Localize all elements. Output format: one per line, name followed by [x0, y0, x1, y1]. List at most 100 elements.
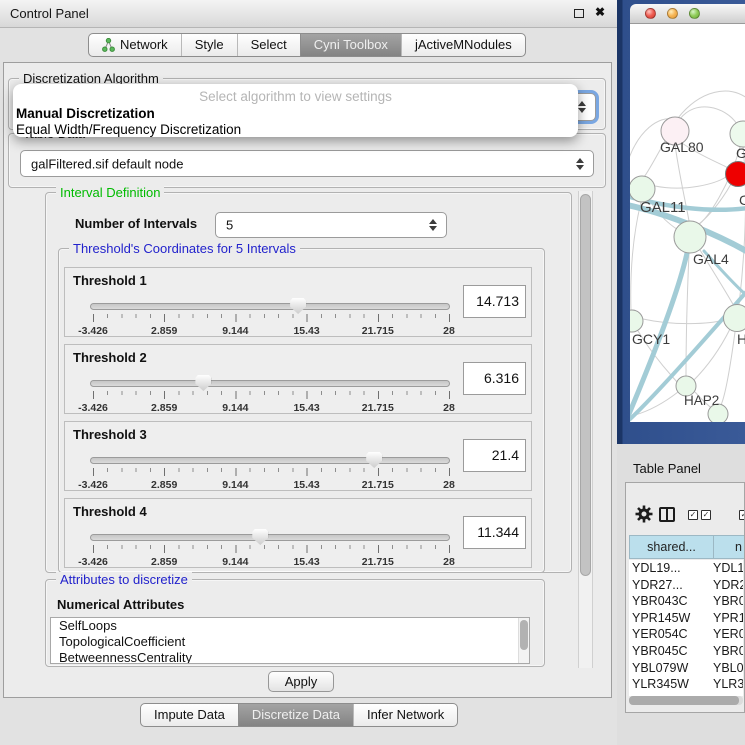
attribute-list-item[interactable]: TopologicalCoefficient [51, 634, 529, 650]
tab-cyni-toolbox[interactable]: Cyni Toolbox [300, 34, 401, 56]
slider-handle[interactable] [252, 529, 268, 545]
number-of-intervals-value: 5 [226, 218, 233, 233]
split-columns-icon[interactable] [659, 507, 675, 522]
tab-style[interactable]: Style [181, 34, 237, 56]
slider-scale-label: 28 [427, 479, 471, 491]
control-panel-titlebar: Control Panel ✖ [0, 0, 617, 28]
checkbox-icon-partial[interactable]: ✓ [739, 510, 745, 520]
threshold-label: Threshold 2 [73, 350, 147, 365]
tab-select[interactable]: Select [237, 34, 300, 56]
checkbox-icon[interactable]: ✓ [701, 510, 711, 520]
tab-jactivemnodules[interactable]: jActiveMNodules [401, 34, 525, 56]
cell-name: YDR2 [713, 578, 743, 592]
threshold-slider[interactable]: -3.4262.8599.14415.4321.71528 [90, 452, 452, 492]
table-hscrollbar[interactable] [629, 696, 743, 705]
node-gal4[interactable] [674, 221, 706, 253]
table-rows[interactable]: YDL19...YDL1YDR27...YDR2YBR043CYBR0YPR14… [629, 560, 743, 696]
slider-track[interactable] [90, 457, 450, 464]
table-row[interactable]: YBL079WYBL0 [629, 660, 743, 677]
node-table: ✓ ✓ ✓ shared... n YDL19...YDL1YDR27...YD… [625, 482, 745, 713]
zoom-traffic-light-icon[interactable] [689, 8, 700, 19]
network-canvas[interactable]: GAL80 G C GAL11 GAL4 GCY1 H HAP2 [630, 24, 745, 422]
threshold-value-field[interactable]: 11.344 [463, 516, 526, 549]
apply-button[interactable]: Apply [268, 671, 334, 692]
cell-name: YDL1 [713, 561, 743, 575]
attributes-scrollbar-thumb[interactable] [520, 620, 528, 650]
table-row[interactable]: YDL19...YDL1 [629, 560, 743, 577]
table-row[interactable]: YLR345WYLR3 [629, 676, 743, 693]
tab-network-label: Network [120, 34, 168, 56]
close-traffic-light-icon[interactable] [645, 8, 656, 19]
table-row[interactable]: YER054C YER0 [629, 626, 743, 643]
slider-major-ticks [93, 391, 450, 399]
checkbox-icon[interactable]: ✓ [688, 510, 698, 520]
node-gcy1[interactable] [630, 310, 643, 332]
dropdown-option-manual-discretization[interactable]: Manual Discretization [16, 106, 155, 121]
node-label-gal4: GAL4 [693, 251, 729, 267]
cell-shared-name: YER054C [632, 627, 688, 641]
gear-icon[interactable] [635, 505, 653, 523]
number-of-intervals-spinner[interactable]: 5 [215, 212, 447, 238]
node-label-h-partial: H [737, 331, 745, 347]
slider-track[interactable] [90, 534, 450, 541]
table-row[interactable]: YPR145WYPR1 [629, 610, 743, 627]
node-red-selected[interactable] [726, 162, 745, 187]
dropdown-option-equal-width[interactable]: Equal Width/Frequency Discretization [16, 122, 241, 137]
number-of-intervals-label: Number of Intervals [75, 216, 197, 231]
node-h[interactable] [724, 305, 745, 332]
numerical-attributes-list[interactable]: SelfLoopsTopologicalCoefficientBetweenne… [50, 617, 530, 664]
tab-discretize-data[interactable]: Discretize Data [238, 704, 353, 726]
threshold-label: Threshold 1 [73, 273, 147, 288]
tab-network[interactable]: Network [89, 34, 181, 56]
slider-scale-label: 15.43 [285, 556, 329, 568]
table-panel-title: Table Panel [633, 461, 701, 476]
slider-scale-label: 2.859 [142, 479, 186, 491]
table-row[interactable]: YDR27...YDR2 [629, 577, 743, 594]
float-window-icon[interactable] [574, 9, 584, 18]
threshold-slider[interactable]: -3.4262.8599.14415.4321.71528 [90, 375, 452, 415]
spinner-stepper-icon [429, 219, 437, 231]
attribute-list-item[interactable]: SelfLoops [51, 618, 529, 634]
slider-handle[interactable] [195, 375, 211, 391]
cell-name: YBR0 [713, 594, 743, 608]
settings-scrollbar[interactable] [578, 191, 593, 668]
table-row[interactable]: YBR045CYBR0 [629, 643, 743, 660]
slider-scale-label: 21.715 [356, 556, 400, 568]
threshold-slider[interactable]: -3.4262.8599.14415.4321.71528 [90, 298, 452, 338]
settings-scrollbar-thumb[interactable] [580, 194, 591, 576]
slider-track[interactable] [90, 303, 450, 310]
slider-handle[interactable] [366, 452, 382, 468]
attribute-list-item[interactable]: BetweennessCentrality [51, 650, 529, 664]
table-data-combo[interactable]: galFiltered.sif default node [20, 150, 594, 177]
node-label-gcy1: GCY1 [632, 331, 670, 347]
slider-scale-label: 28 [427, 325, 471, 337]
dropdown-placeholder-option[interactable]: Select algorithm to view settings [13, 89, 578, 104]
threshold-value-field[interactable]: 21.4 [463, 439, 526, 472]
slider-track[interactable] [90, 380, 450, 387]
bottom-tab-bar: Impute Data Discretize Data Infer Networ… [140, 703, 458, 727]
column-header-shared-name[interactable]: shared... [629, 535, 714, 559]
threshold-slider[interactable]: -3.4262.8599.14415.4321.71528 [90, 529, 452, 569]
column-header-name[interactable]: n [713, 535, 745, 559]
slider-major-ticks [93, 545, 450, 553]
threshold-value-field[interactable]: 14.713 [463, 285, 526, 318]
tab-impute-data[interactable]: Impute Data [141, 704, 238, 726]
node-top-right[interactable] [730, 121, 745, 147]
cell-name: YER0 [713, 627, 743, 641]
close-icon[interactable]: ✖ [595, 5, 605, 19]
table-row[interactable]: YBR043CYBR0 [629, 593, 743, 610]
tab-infer-network[interactable]: Infer Network [353, 704, 457, 726]
slider-handle[interactable] [290, 298, 306, 314]
node-label-gal80: GAL80 [660, 139, 704, 155]
table-hscrollbar-thumb[interactable] [629, 696, 739, 705]
cell-name: YBR0 [713, 644, 743, 658]
attributes-scrollbar[interactable] [518, 618, 529, 663]
thresholds-group: Threshold's Coordinates for 5 Intervals … [58, 248, 545, 573]
threshold-value-field[interactable]: 6.316 [463, 362, 526, 395]
minimize-traffic-light-icon[interactable] [667, 8, 678, 19]
slider-scale: -3.4262.8599.14415.4321.71528 [93, 402, 449, 414]
slider-major-ticks [93, 314, 450, 322]
slider-scale-label: 9.144 [213, 325, 257, 337]
network-window-titlebar [630, 4, 745, 24]
slider-scale-label: -3.426 [71, 402, 115, 414]
